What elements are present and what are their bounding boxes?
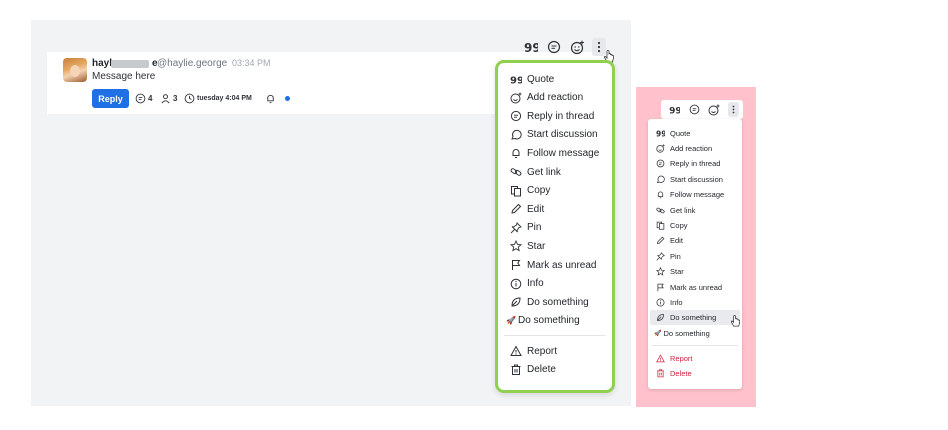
menu-item-follow-message[interactable]: Follow message bbox=[509, 144, 599, 162]
small-item-pin[interactable]: Pin bbox=[656, 250, 681, 262]
hand-cursor-icon bbox=[730, 315, 740, 327]
quote-icon: 99 bbox=[509, 73, 522, 86]
message-toolbar: 99 bbox=[523, 38, 606, 56]
pin-icon bbox=[509, 221, 522, 234]
pin-icon bbox=[656, 251, 665, 261]
warning-icon bbox=[656, 353, 665, 363]
small-item-start-discussion[interactable]: Start discussion bbox=[656, 173, 723, 185]
unread-dot bbox=[285, 96, 290, 101]
user-icon bbox=[161, 94, 170, 104]
small-item-add-reaction[interactable]: Add reaction bbox=[656, 142, 712, 154]
menu-item-mark-unread[interactable]: Mark as unread bbox=[509, 256, 596, 274]
flag-icon bbox=[656, 283, 665, 292]
svg-text:99: 99 bbox=[656, 129, 665, 137]
sender-handle: @haylie.george 03:34 PM bbox=[157, 58, 271, 69]
quote-icon: 99 bbox=[656, 129, 665, 138]
menu-item-copy[interactable]: Copy bbox=[509, 182, 550, 200]
menu-item-do-something-rocket[interactable]: 🚀 Do something bbox=[506, 312, 580, 330]
quote-icon[interactable]: 99 bbox=[668, 103, 680, 117]
small-item-do-something-rocket[interactable]: 🚀 Do something bbox=[654, 327, 710, 339]
quote-icon[interactable]: 99 bbox=[523, 39, 539, 55]
menu-item-delete[interactable]: Delete bbox=[509, 361, 556, 379]
add-reaction-icon[interactable] bbox=[569, 39, 585, 55]
message-body: Message here bbox=[92, 71, 156, 82]
thread-icon bbox=[135, 93, 146, 104]
svg-text:99: 99 bbox=[669, 107, 680, 114]
menu-item-quote[interactable]: 99 Quote bbox=[509, 70, 555, 88]
message-time: 03:34 PM bbox=[231, 58, 271, 68]
pencil-icon bbox=[509, 203, 522, 216]
bell-icon bbox=[267, 94, 274, 104]
svg-text:99: 99 bbox=[524, 41, 538, 53]
leaf-icon bbox=[509, 296, 522, 309]
link-icon bbox=[656, 206, 665, 215]
small-item-quote[interactable]: 99Quote bbox=[656, 127, 690, 139]
copy-icon bbox=[656, 221, 665, 230]
menu-divider bbox=[504, 335, 606, 336]
menu-item-star[interactable]: Star bbox=[509, 237, 545, 255]
menu-item-report[interactable]: Report bbox=[509, 342, 557, 360]
menu-item-info[interactable]: Info bbox=[509, 275, 544, 293]
rocket-emoji: 🚀 bbox=[654, 330, 662, 337]
small-item-get-link[interactable]: Get link bbox=[656, 204, 695, 216]
menu-item-get-link[interactable]: Get link bbox=[509, 163, 561, 181]
svg-text:99: 99 bbox=[510, 76, 522, 85]
reply-thread-icon[interactable] bbox=[688, 103, 700, 117]
reminder-time[interactable]: tuesday 4:04 PM bbox=[184, 93, 252, 104]
small-message-toolbar: 99 bbox=[668, 102, 739, 117]
small-item-do-something[interactable]: Do something bbox=[656, 312, 716, 324]
menu-item-edit[interactable]: Edit bbox=[509, 200, 544, 218]
small-item-mark-unread[interactable]: Mark as unread bbox=[656, 281, 722, 293]
menu-item-pin[interactable]: Pin bbox=[509, 219, 541, 237]
reply-thread-icon[interactable] bbox=[546, 39, 562, 55]
avatar[interactable] bbox=[63, 58, 87, 82]
clock-icon bbox=[184, 93, 195, 104]
small-item-star[interactable]: Star bbox=[656, 266, 684, 278]
add-reaction-icon[interactable] bbox=[708, 103, 720, 117]
rocket-emoji: 🚀 bbox=[506, 316, 516, 326]
reply-thread-icon bbox=[509, 110, 522, 123]
discussion-icon bbox=[656, 175, 665, 184]
info-icon bbox=[656, 298, 665, 307]
star-icon bbox=[656, 267, 665, 276]
small-item-copy[interactable]: Copy bbox=[656, 219, 688, 231]
menu-item-start-discussion[interactable]: Start discussion bbox=[509, 126, 598, 144]
small-item-edit[interactable]: Edit bbox=[656, 235, 683, 247]
message-actions-menu: 99 Quote Add reaction Reply in thread Sta… bbox=[495, 60, 615, 393]
reply-button[interactable]: Reply bbox=[92, 89, 129, 108]
add-reaction-icon bbox=[656, 144, 665, 153]
reply-thread-icon bbox=[656, 159, 665, 168]
small-item-delete[interactable]: Delete bbox=[656, 367, 692, 379]
bell-icon bbox=[509, 147, 522, 160]
redacted-name bbox=[111, 60, 149, 68]
discussion-icon bbox=[509, 128, 522, 141]
small-item-follow-message[interactable]: Follow message bbox=[656, 189, 724, 201]
copy-icon bbox=[509, 184, 522, 197]
pencil-icon bbox=[656, 236, 665, 245]
link-icon bbox=[509, 166, 522, 179]
leaf-icon bbox=[656, 313, 665, 322]
flag-icon bbox=[509, 259, 522, 272]
thread-count[interactable]: 4 bbox=[135, 93, 152, 104]
follow-toggle[interactable] bbox=[265, 93, 276, 104]
add-reaction-icon bbox=[509, 91, 522, 104]
warning-icon bbox=[509, 345, 522, 358]
small-item-info[interactable]: Info bbox=[656, 296, 683, 308]
menu-item-reply-thread[interactable]: Reply in thread bbox=[509, 107, 594, 125]
small-actions-menu: 99Quote Add reaction Reply in thread Sta… bbox=[648, 119, 742, 389]
kebab-icon bbox=[732, 105, 735, 114]
small-item-reply-thread[interactable]: Reply in thread bbox=[656, 158, 720, 170]
small-item-report[interactable]: Report bbox=[656, 352, 693, 364]
menu-item-do-something[interactable]: Do something bbox=[509, 293, 589, 311]
info-icon bbox=[509, 277, 522, 290]
bell-icon bbox=[656, 190, 665, 199]
menu-item-add-reaction[interactable]: Add reaction bbox=[509, 89, 583, 107]
more-options-button[interactable] bbox=[728, 102, 739, 117]
trash-icon bbox=[656, 369, 665, 378]
small-menu-divider bbox=[652, 345, 738, 346]
star-icon bbox=[509, 240, 522, 253]
kebab-icon bbox=[597, 41, 601, 53]
trash-icon bbox=[509, 363, 522, 376]
member-count[interactable]: 3 bbox=[160, 93, 177, 104]
